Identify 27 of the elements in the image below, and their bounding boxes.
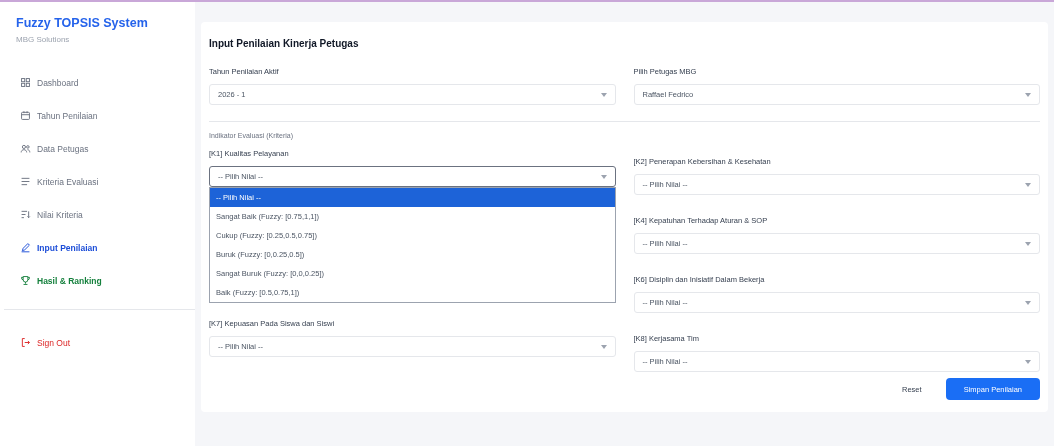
chevron-down-icon (1025, 300, 1031, 305)
app-subtitle: MBG Solutions (16, 35, 71, 44)
grid-icon (20, 77, 31, 88)
calendar-icon (20, 110, 31, 121)
chevron-down-icon (1025, 92, 1031, 97)
chevron-down-icon (1025, 359, 1031, 364)
sort-icon (20, 209, 31, 220)
pencil-icon (20, 242, 31, 253)
chevron-down-icon (600, 344, 607, 349)
nav-item[interactable]: Dashboard (16, 66, 185, 99)
people-icon (20, 143, 31, 154)
nav-item[interactable]: Tahun Penilaian (16, 99, 185, 132)
chevron-down-icon (1025, 241, 1031, 246)
sign-out-link[interactable]: Sign Out (16, 326, 185, 359)
trophy-icon (20, 275, 31, 286)
nav-item[interactable]: Nilai Kriteria (16, 198, 185, 231)
page-title: Input Penilaian Kinerja Petugas (209, 38, 360, 49)
sign-out-icon (20, 337, 31, 348)
nav-item[interactable]: Hasil & Ranking (16, 264, 185, 297)
list-icon (20, 176, 31, 187)
nav-item[interactable]: Data Petugas (16, 132, 185, 165)
app-title: Fuzzy TOPSIS System (16, 16, 149, 30)
nav-item[interactable]: Input Penilaian (16, 231, 185, 264)
nav-item[interactable]: Kriteria Evaluasi (16, 165, 185, 198)
chevron-down-icon (1025, 182, 1031, 187)
chevron-down-icon (600, 92, 607, 97)
chevron-down-icon (600, 174, 607, 179)
